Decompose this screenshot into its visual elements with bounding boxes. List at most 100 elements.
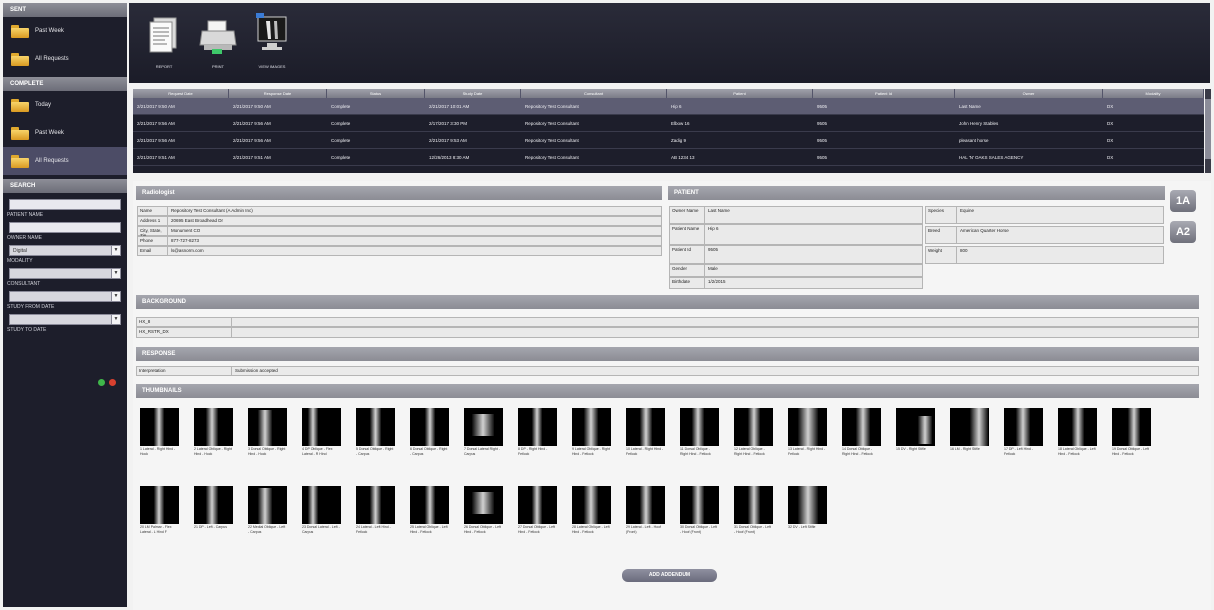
chevron-down-icon[interactable]: ▼ [111, 246, 120, 255]
thumbnail[interactable]: 13 Lateral - Right Hind - Fetlock [788, 408, 827, 457]
study-to-date-select[interactable]: ▼ [9, 314, 121, 325]
report-icon [149, 17, 177, 53]
thumbnail[interactable]: 9 Lateral Oblique - Right Hind - Fetlock [572, 408, 611, 457]
thumbnail[interactable]: 16 LM - Right Stifle [950, 408, 989, 452]
thumbnail[interactable]: 1 Lateral - Right Hind - Hock [140, 408, 179, 457]
thumbnail[interactable]: 21 DP - Left - Carpus [194, 486, 233, 530]
thumbnail-caption: 25 Lateral Oblique - Left Hind - Fetlock [410, 525, 448, 534]
thumbnail[interactable]: 23 Dorsal Lateral - Left - Carpus [302, 486, 341, 535]
thumbnail-caption: 14 Dorsal Oblique - Right Hind - Fetlock [842, 447, 873, 456]
search-go-icon[interactable] [98, 379, 105, 386]
view-images-button[interactable]: VIEW IMAGES [247, 11, 297, 71]
report-button[interactable]: REPORT [139, 11, 189, 71]
column-header[interactable]: Owner [955, 89, 1103, 98]
language-button[interactable]: 1A [1170, 190, 1196, 212]
scrollbar-thumb[interactable] [1205, 99, 1211, 159]
thumbnail[interactable]: 22 Medial Oblique - Left - Carpus [248, 486, 287, 535]
requests-scrollbar[interactable] [1205, 89, 1211, 173]
chevron-down-icon[interactable]: ▼ [111, 269, 120, 278]
thumbnail[interactable]: 32 DV - Left Stifle [788, 486, 827, 530]
field-label: Patient Id [670, 246, 705, 263]
calendar-icon[interactable]: ▼ [111, 315, 120, 324]
report-label: REPORT [155, 64, 173, 69]
column-header[interactable]: Status [327, 89, 425, 98]
table-row[interactable]: 2/21/2017 9:50 AM 2/21/2017 9:50 AM Comple… [133, 98, 1204, 115]
table-cell: DX [1107, 138, 1114, 143]
thumbnail[interactable]: 25 Lateral Oblique - Left Hind - Fetlock [410, 486, 449, 535]
column-header[interactable]: Study Date [425, 89, 521, 98]
thumbnail-caption: 32 DV - Left Stifle [788, 525, 816, 529]
table-cell: Last Name [959, 104, 981, 109]
study-from-date-select[interactable]: ▼ [9, 291, 121, 302]
thumbnail[interactable]: 24 Lateral - Left Hind - Fetlock [356, 486, 395, 535]
thumbnail[interactable]: 30 Dorsal Oblique - Left - Hoof (Front) [680, 486, 719, 535]
thumbnail[interactable]: 19 Dorsal Oblique - Left Hind - Fetlock [1112, 408, 1151, 457]
table-cell: Complete [331, 138, 351, 143]
radiograph-image [464, 408, 503, 446]
field-value: Submission accepted [235, 368, 278, 373]
thumbnail[interactable]: 15 DV - Right Stifle [896, 408, 935, 452]
thumbnail-caption: 13 Lateral - Right Hind - Fetlock [788, 447, 826, 456]
thumbnail-caption: 11 Dorsal Oblique - Right Hind - Fetlock [680, 447, 711, 456]
owner-name-field[interactable] [9, 222, 121, 233]
table-cell: 2/21/2017 9:56 AM [137, 121, 175, 126]
column-header[interactable]: Patient Id [813, 89, 955, 98]
patient-name-field[interactable] [9, 199, 121, 210]
thumbnail[interactable]: 29 Lateral - Left - Hoof (Front) [626, 486, 665, 535]
modality-select[interactable]: Digital ▼ [9, 245, 121, 256]
radiograph-image [842, 408, 881, 446]
column-header[interactable]: Request Date [133, 89, 229, 98]
consultant-select[interactable]: ▼ [9, 268, 121, 279]
thumbnail-caption: 29 Lateral - Left - Hoof (Front) [626, 525, 662, 534]
thumbnail[interactable]: 6 Dorsal Oblique - Right - Carpus [410, 408, 449, 457]
column-header[interactable]: Consultant [521, 89, 667, 98]
font-size-button[interactable]: A2 [1170, 221, 1196, 243]
table-row[interactable]: 2/21/2017 9:56 AM 2/21/2017 9:56 AM Comple… [133, 115, 1204, 132]
field-value [232, 328, 1198, 337]
thumbnail-caption: 7 Dorsal Lateral Right - Carpus [464, 447, 500, 456]
thumbnail[interactable]: 12 Lateral Oblique - Right Hind - Fetloc… [734, 408, 773, 457]
sidebar-item-sent-all-requests[interactable]: All Requests [3, 45, 127, 73]
thumbnail[interactable]: 18 Lateral Oblique - Left Hind - Fetlock [1058, 408, 1097, 457]
print-button[interactable]: PRINT [193, 11, 243, 71]
table-cell: Hip 6 [671, 104, 682, 109]
thumbnail[interactable]: 11 Dorsal Oblique - Right Hind - Fetlock [680, 408, 719, 457]
thumbnail[interactable]: 17 DP - Left Hind - Fetlock [1004, 408, 1043, 457]
thumbnail[interactable]: 5 Dorsal Oblique - Right - Carpus [356, 408, 395, 457]
clear-search-icon[interactable] [109, 379, 116, 386]
thumbnail[interactable]: 7 Dorsal Lateral Right - Carpus [464, 408, 503, 457]
table-row[interactable]: 2/21/2017 9:51 AM 2/21/2017 9:51 AM Comple… [133, 149, 1204, 166]
patient-field: Birthdate 1/2/2015 [669, 277, 923, 289]
column-header[interactable]: Modality [1103, 89, 1204, 98]
field-label: HX_RSTR_DX [137, 328, 232, 337]
thumbnail[interactable]: 10 Lateral - Right Hind - Fetlock [626, 408, 665, 457]
sidebar-item-sent-past-week[interactable]: Past Week [3, 17, 127, 45]
add-addendum-button[interactable]: ADD ADDENDUM [622, 569, 717, 582]
thumbnail-caption: 22 Medial Oblique - Left - Carpus [248, 525, 286, 534]
calendar-icon[interactable]: ▼ [111, 292, 120, 301]
thumbnail[interactable]: 14 Dorsal Oblique - Right Hind - Fetlock [842, 408, 881, 457]
thumbnail[interactable]: 28 Lateral Oblique - Left Hind - Fetlock [572, 486, 611, 535]
patient-field: Patient Name Hip 6 [669, 224, 923, 245]
sidebar-item-complete-past-week[interactable]: Past Week [3, 119, 127, 147]
patient-name-label: PATIENT NAME [7, 212, 44, 218]
radiograph-image [626, 408, 665, 446]
thumbnail[interactable]: 3 Dorsal Oblique - Right Hind - Hock [248, 408, 287, 457]
thumbnail[interactable]: 4 DP Oblique - Flex Lateral - R Hind [302, 408, 341, 457]
thumbnail-caption: 2 Lateral Oblique - Right Hind - Hock [194, 447, 232, 456]
thumbnail[interactable]: 2 Lateral Oblique - Right Hind - Hock [194, 408, 233, 457]
background-field-hx-rstr-dx: HX_RSTR_DX [136, 327, 1199, 338]
thumbnail[interactable]: 26 Dorsal Oblique - Left Hind - Fetlock [464, 486, 503, 535]
column-header[interactable]: Response Date [229, 89, 327, 98]
sidebar-item-complete-today[interactable]: Today [3, 91, 127, 119]
thumbnail[interactable]: 20 LM Palmar - Flex Lateral - L Hind F [140, 486, 179, 535]
thumbnail[interactable]: 27 Dorsal Oblique - Left Hind - Fetlock [518, 486, 557, 535]
field-label: Owner Name [670, 207, 705, 223]
thumbnail[interactable]: 8 DP - Right Hind - Fetlock [518, 408, 557, 457]
sidebar-item-complete-all-requests[interactable]: All Requests [3, 147, 127, 175]
thumbnail[interactable]: 31 Dorsal Oblique - Left - Hoof (Front) [734, 486, 773, 535]
radiograph-image [1058, 408, 1097, 446]
column-header[interactable]: Patient [667, 89, 813, 98]
table-row[interactable]: 2/21/2017 9:56 AM 2/21/2017 9:56 AM Comple… [133, 132, 1204, 149]
field-label: Gender [670, 265, 705, 276]
